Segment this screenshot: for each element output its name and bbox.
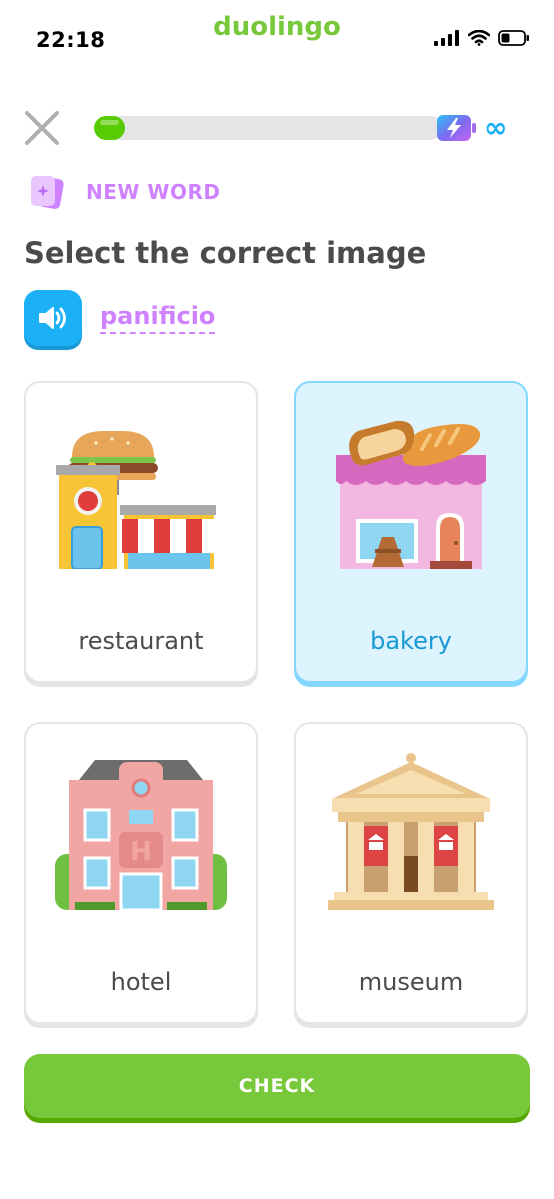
new-word-icon [31, 176, 64, 209]
choice-label: hotel [110, 968, 172, 996]
restaurant-icon [56, 431, 216, 569]
choice-card-hotel[interactable]: H hotel [24, 722, 258, 1024]
wifi-icon [468, 30, 490, 46]
status-bar: 22:18 duolingo [0, 0, 554, 70]
lesson-top-bar: ∞ [24, 108, 530, 148]
signal-icon [434, 30, 459, 46]
hotel-icon: H [55, 760, 227, 910]
check-button[interactable]: CHECK [24, 1054, 530, 1118]
choice-card-museum[interactable]: museum [294, 722, 528, 1024]
speaker-button[interactable] [24, 290, 82, 346]
choice-card-bakery[interactable]: bakery [294, 381, 528, 683]
status-icons [434, 30, 530, 46]
speaker-icon [39, 307, 66, 329]
new-word-label: NEW WORD [86, 180, 221, 204]
energy-icon[interactable] [436, 114, 478, 142]
battery-icon [498, 30, 529, 46]
target-word[interactable]: panificio [100, 302, 216, 334]
choice-label: bakery [370, 627, 452, 655]
prompt-title: Select the correct image [24, 236, 427, 270]
museum-icon [328, 753, 494, 910]
progress-fill [94, 116, 126, 140]
choice-label: museum [358, 968, 464, 996]
close-icon[interactable] [24, 110, 60, 146]
progress-bar [94, 116, 442, 140]
audio-row: panificio [24, 288, 216, 348]
new-word-badge: NEW WORD [28, 172, 221, 212]
choice-label: restaurant [78, 627, 204, 655]
choice-card-restaurant[interactable]: restaurant [24, 381, 258, 683]
bakery-icon [336, 420, 486, 569]
svg-text:H: H [130, 837, 152, 867]
energy-count: ∞ [484, 111, 508, 144]
